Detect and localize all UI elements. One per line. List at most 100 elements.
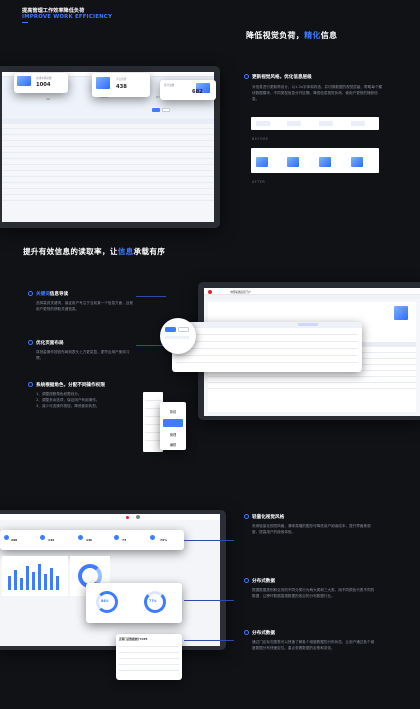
ring-value: 84% <box>101 599 109 603</box>
ring-stats-card: 84% 77% <box>86 583 182 623</box>
point-title: 系统根据角色，分配不同操作权限 <box>36 383 105 388</box>
menu-active-bg <box>163 419 183 427</box>
connector-line <box>136 296 166 297</box>
heading-post: 信息 <box>320 31 338 40</box>
kpi-icon <box>4 535 9 540</box>
query-button[interactable] <box>152 108 160 112</box>
stat-value: 1004 <box>36 82 51 88</box>
section3-point-2: 分布式数据 根据数据类别和业务的不同分类行为两大类和三大类，用不同颜色代表不同的… <box>244 578 376 599</box>
analytics-topbar <box>0 514 220 520</box>
col-highlight <box>298 323 318 326</box>
batch-edit-button[interactable] <box>178 327 189 332</box>
stat-illustration <box>17 76 31 86</box>
avatar[interactable] <box>136 515 140 519</box>
point-body: 1、调整按照角色权限划分。 2、调整多余选项，保证用户有用操作。 3、减少可选操… <box>36 392 100 408</box>
point-body: 通过门店标志图表可以快速了解各个维度数据的分布状态，让用户通过各个维度数据分布快… <box>252 640 375 650</box>
batch-action-zoom <box>160 318 196 354</box>
zoom-row <box>165 336 189 339</box>
heading-post: 承载有序 <box>133 247 166 256</box>
page-title-cn: 提高管理工作效率降低负荷 <box>22 8 85 14</box>
point-body: 根据数据类别和业务的不同分类行为两大类和三大类，用不同颜色代表不同的数据，让跨环… <box>252 588 375 598</box>
point-title: 优化页面布局 <box>36 341 64 346</box>
heading-accent: 精化 <box>304 31 321 40</box>
section2-point-3: 系统根据角色，分配不同操作权限 1、调整按照角色权限划分。 2、调整多余选项，保… <box>28 382 136 409</box>
app-title: 中国联通运营门户 <box>230 290 251 294</box>
bar-chart-card <box>2 556 68 596</box>
batch-add-button[interactable] <box>165 327 176 332</box>
heading-accent: 信息 <box>117 247 134 256</box>
bullet-icon <box>28 382 33 387</box>
point-title: 分布式数据 <box>252 579 275 584</box>
section2-heading: 提升有效信息的读取率，让信息承载有序 <box>23 246 165 257</box>
before-label: BEFORE <box>252 137 269 141</box>
kpi-value: 13k <box>86 538 93 542</box>
stat-value: 682 <box>192 89 203 95</box>
after-strip <box>251 148 379 173</box>
stat-label: 今日新增 <box>116 78 127 81</box>
kpi-strip: 296 142 13k 73 72% <box>0 530 184 550</box>
section1-point: 更新视觉风格，优化信息层级 对信息进行更新再设计，以1.3x字体和弃选，并切换数… <box>244 74 384 102</box>
menu-item-add[interactable]: 新增 <box>160 409 186 414</box>
point-title-accent: 关键词 <box>36 292 50 297</box>
bullet-icon <box>244 630 249 635</box>
section3-point-1: 轻量化视觉风格 采用轻量化视觉风格，清晰易懂的图形可降低用户阅读成本，提升界面美… <box>244 514 376 535</box>
bullet-icon <box>244 578 249 583</box>
title-underline <box>22 22 28 23</box>
connector-line <box>184 600 234 601</box>
section3-point-3: 分布式数据 通过门店标志图表可以快速了解各个维度数据的分布状态，让用户通过各个维… <box>244 630 376 651</box>
stat-illustration <box>96 77 110 89</box>
kpi-value: 73 <box>122 538 127 542</box>
kpi-value: 296 <box>11 538 18 542</box>
section1-heading: 降低视觉负荷，精化信息 <box>246 30 337 41</box>
top5-table-card: 近期门店数据统计TOP5 <box>116 634 182 680</box>
point-body: 对信息进行更新再设计，以1.3x字体和弃选，并切换数据的视觉层级，帮助每个模块数… <box>252 85 383 101</box>
stat-label: 累计总数 <box>164 84 175 87</box>
point-title: 轻量化视觉风格 <box>252 515 285 520</box>
stat-card-3: 累计总数 682 <box>160 80 216 100</box>
table-title: 近期门店数据统计TOP5 <box>119 638 148 641</box>
section2-point-1: 关键词信息导读 选择高亮关键词，保证用户专注于当前某一个信息方面，且使用户更快的… <box>28 291 136 312</box>
heading-pre: 提升有效信息的读取率，让 <box>23 247 118 256</box>
after-label: AFTER <box>252 180 266 184</box>
point-body: 采用轻量化视觉风格，清晰易懂的图形可降低用户阅读成本，提升界面美观度，提高用户的… <box>252 524 371 534</box>
app-topbar: 中国联通运营门户 <box>204 288 420 295</box>
connector-line <box>184 640 234 641</box>
stat-card-1: 在线车辆总数 1004 <box>14 73 68 93</box>
kpi-value: 72% <box>160 538 168 542</box>
point-body: 将批量操作按钮布局到表头上方更突显，更符合用户使用习惯。 <box>36 350 130 360</box>
data-table <box>2 108 214 208</box>
point-title: 分布式数据 <box>252 631 275 636</box>
kpi-icon <box>150 535 155 540</box>
point-title: 更新视觉风格，优化信息层级 <box>252 75 312 80</box>
tab-bar <box>204 295 420 299</box>
section2-point-2: 优化页面布局 将批量操作按钮布局到表头上方更突显，更符合用户使用习惯。 <box>28 340 136 361</box>
menu-item-edit[interactable]: 编辑 <box>160 442 186 447</box>
page-title-en: IMPROVE WORK EFFICIENCY <box>22 14 113 20</box>
bullet-icon <box>244 74 249 79</box>
menu-item-manage[interactable]: 管理 <box>160 432 186 437</box>
stat-label: 在线车辆总数 <box>36 77 52 80</box>
highlighted-table <box>172 322 362 372</box>
role-action-menu: 新增 管理 编辑 <box>160 402 186 450</box>
panel-illustration <box>394 306 408 320</box>
table-header <box>2 118 214 124</box>
kpi-icon <box>114 535 119 540</box>
kpi-icon <box>40 535 45 540</box>
notify-icon[interactable] <box>126 515 129 519</box>
connector-line <box>184 540 234 541</box>
stat-card-2: 今日新增 438 <box>92 73 150 97</box>
reset-button[interactable] <box>162 108 170 112</box>
bullet-icon <box>28 340 33 345</box>
point-title: 信息导读 <box>49 292 69 297</box>
ring-value: 77% <box>149 599 157 603</box>
bar-chart-svg <box>8 564 59 590</box>
point-body: 选择高亮关键词，保证用户专注于当前某一个信息方面，且使用户更快的获取关键信息。 <box>36 301 134 311</box>
bullet-icon <box>244 514 249 519</box>
kpi-value: 142 <box>48 538 55 542</box>
app-logo-icon <box>208 289 212 294</box>
kpi-icon <box>78 535 83 540</box>
before-strip <box>251 117 379 130</box>
table-head-row <box>172 322 362 328</box>
heading-pre: 降低视觉负荷， <box>246 31 305 40</box>
bullet-icon <box>28 291 33 296</box>
